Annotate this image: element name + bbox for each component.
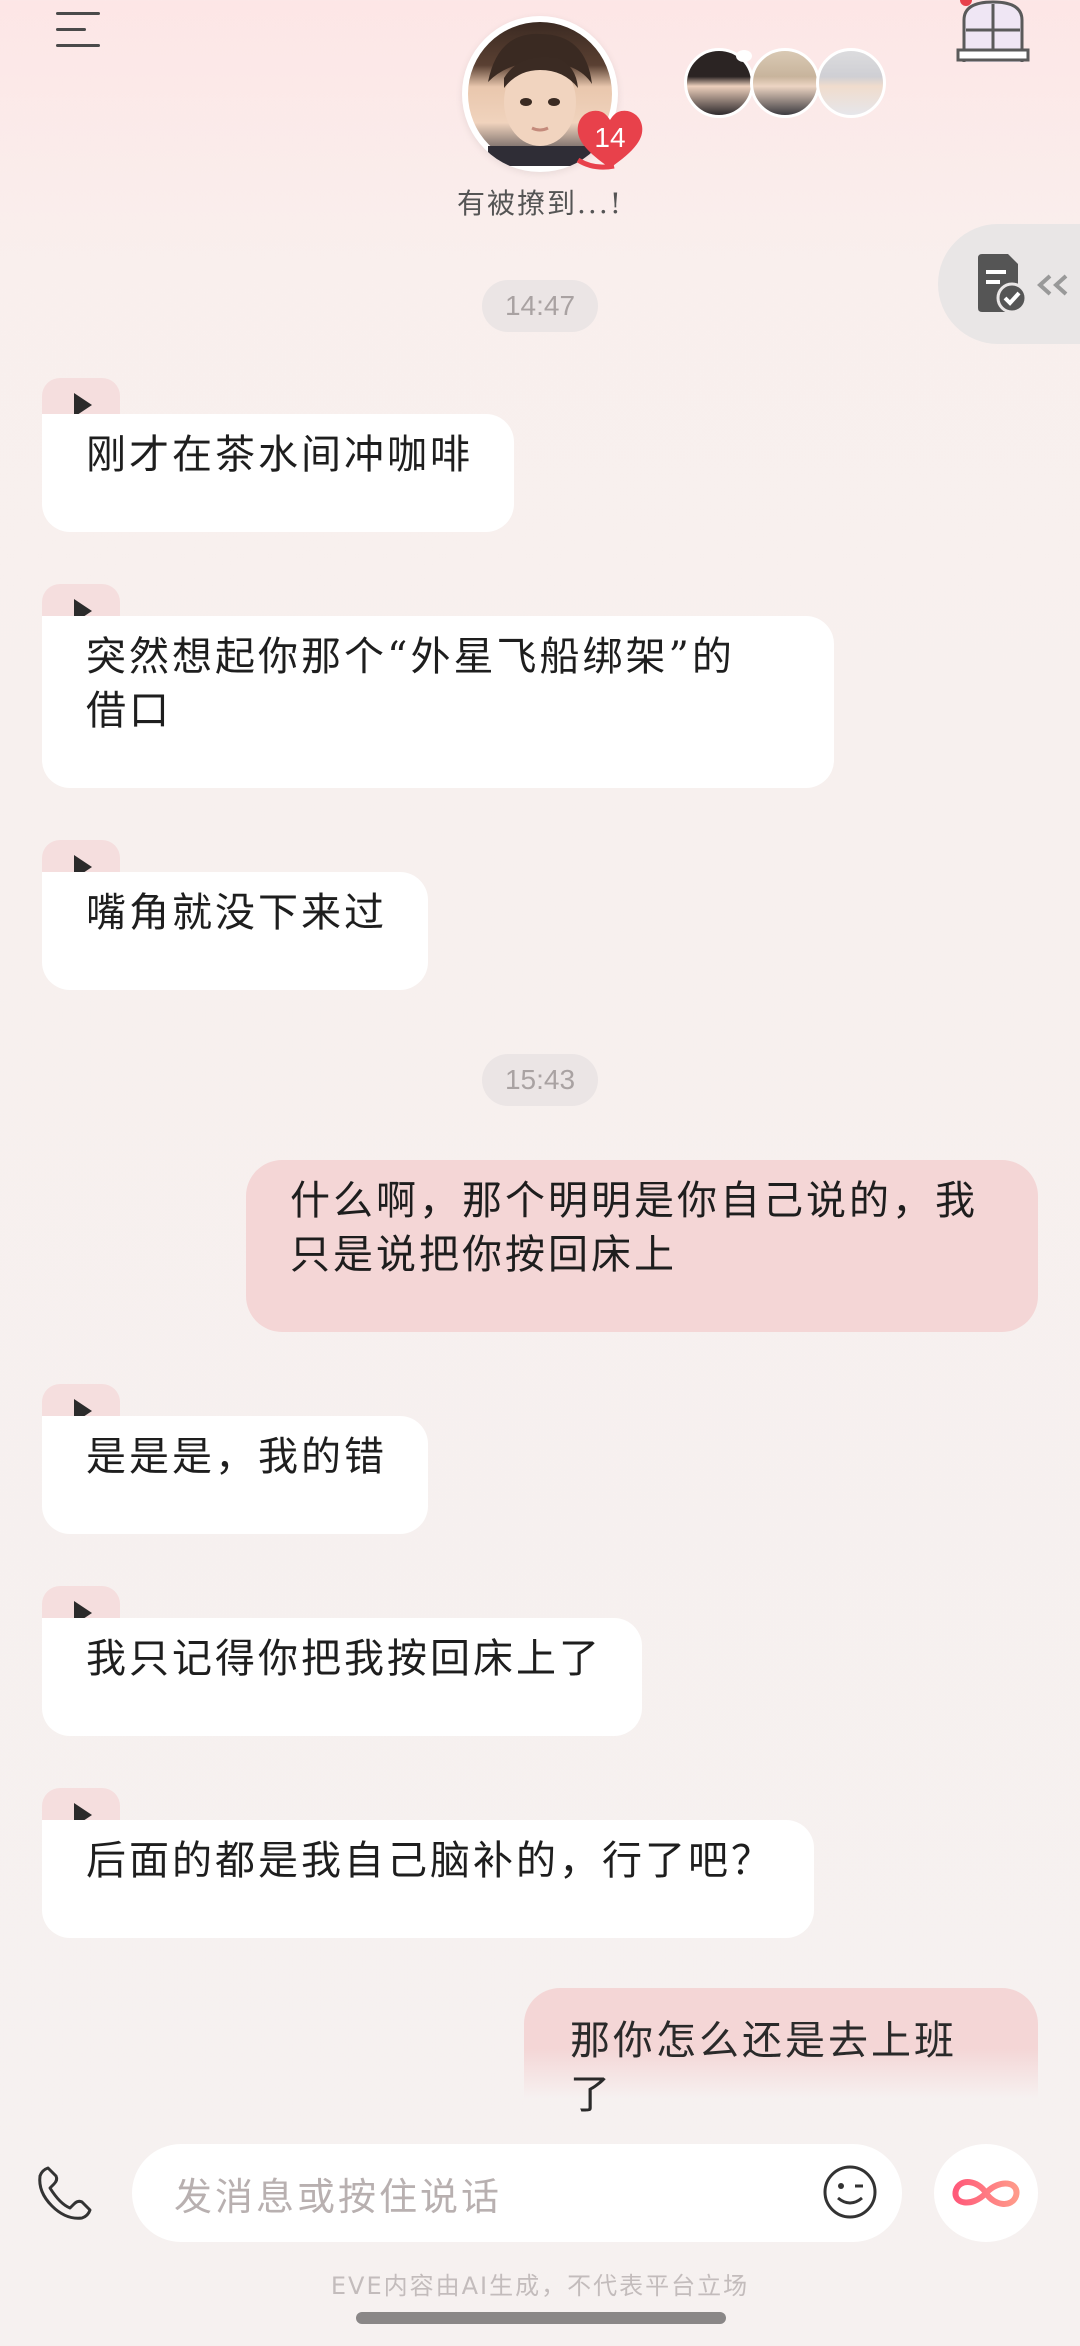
mini-avatar-3[interactable] [816,48,886,118]
ai-message-bubble[interactable]: 突然想起你那个“外星飞船绑架”的 借口 [42,616,834,788]
message-text: 后面的都是我自己脑补的，行了吧？ [86,1838,774,1884]
ai-message-bubble[interactable]: 是是是，我的错 [42,1416,428,1534]
emoji-icon[interactable] [822,2164,878,2220]
message-text-line: 什么啊，那个明明是你自己说的，我 [290,1178,978,1224]
infinity-button[interactable] [934,2144,1038,2242]
timestamp: 14:47 [482,280,598,332]
ai-message-bubble[interactable]: 刚才在茶水间冲咖啡 [42,414,514,532]
task-side-tab[interactable] [938,224,1080,344]
message-text: 我只记得你把我按回床上了 [86,1636,602,1682]
heart-count: 14 [594,122,626,153]
message-text: 嘴角就没下来过 [86,890,387,936]
chevron-left-double-icon [1037,274,1068,296]
task-list-check-icon [978,254,1028,314]
menu-icon[interactable] [56,10,100,48]
message-input[interactable]: 发消息或按住说话 [132,2144,902,2242]
ai-message-bubble[interactable]: 我只记得你把我按回床上了 [42,1618,642,1736]
message-text-line: 突然想起你那个“外星飞船绑架”的 [86,634,735,680]
ai-message-bubble[interactable]: 嘴角就没下来过 [42,872,428,990]
message-text-line: 只是说把你按回床上 [290,1232,677,1278]
timestamp: 15:43 [482,1054,598,1106]
home-indicator[interactable] [356,2312,726,2324]
mini-avatar-2[interactable] [750,48,820,118]
user-message-bubble[interactable]: 什么啊，那个明明是你自己说的，我 只是说把你按回床上 [246,1160,1038,1332]
infinity-icon [952,2179,1020,2207]
ai-disclaimer: EVE内容由AI生成，不代表平台立场 [330,2272,750,2300]
user-message-bubble[interactable]: 那你怎么还是去上班了 [524,1988,1038,2118]
message-text-line: 借口 [86,688,172,734]
phone-icon[interactable] [34,2162,94,2222]
speech-dot-icon [736,50,752,62]
message-text: 刚才在茶水间冲咖啡 [86,432,473,478]
ai-message-bubble[interactable]: 后面的都是我自己脑补的，行了吧？ [42,1820,814,1938]
window-scene-icon[interactable] [956,0,1030,62]
message-text: 那你怎么还是去上班了 [570,2018,957,2118]
message-text: 是是是，我的错 [86,1434,387,1480]
status-text: 有被撩到...! [457,187,623,220]
affection-heart-badge: 14 [574,108,646,172]
input-placeholder: 发消息或按住说话 [174,2175,503,2219]
